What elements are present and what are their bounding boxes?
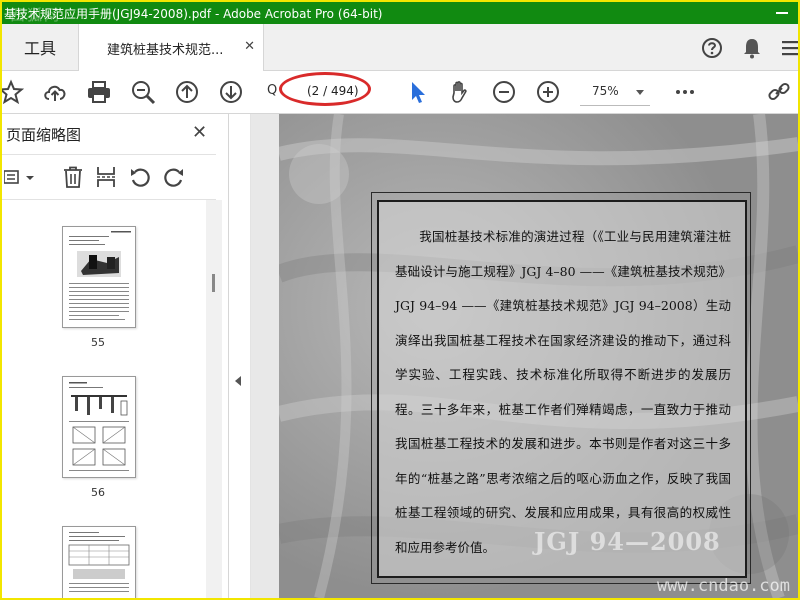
zoom-search-icon[interactable]	[130, 79, 156, 105]
content-frame: 我国桩基技术标准的演进过程（《工业与民用建筑灌注桩基础设计与施工规程》JGJ 4…	[377, 200, 747, 578]
thumbnail-label: 56	[91, 486, 105, 499]
main-toolbar: Q (2 / 494) 75%	[2, 71, 798, 114]
help-icon[interactable]	[700, 36, 724, 60]
share-link-icon[interactable]	[766, 79, 792, 105]
panel-toolbar	[2, 154, 216, 200]
thumbnail-scrollbar[interactable]	[206, 200, 222, 598]
zoom-level-select[interactable]: 75%	[580, 79, 650, 106]
tab-document[interactable]: 建筑桩基技术规范... ✕	[79, 24, 264, 71]
bookmark-star-icon[interactable]	[2, 79, 25, 105]
panel-title: 页面缩略图	[6, 126, 82, 144]
page-input-prefix: Q	[267, 83, 278, 98]
thumbnail-page-55[interactable]	[62, 226, 136, 328]
select-cursor-icon[interactable]	[404, 79, 430, 105]
app-window: 基技术规范应用手册(JGJ94-2008).pdf - Adobe Acroba…	[0, 0, 800, 600]
paragraph-text: 我国桩基技术标准的演进过程（《工业与民用建筑灌注桩基础设计与施工规程》JGJ 4…	[395, 229, 731, 555]
more-options-icon[interactable]	[672, 79, 698, 105]
thumbnail-options-icon[interactable]	[4, 167, 38, 187]
panel-close-icon[interactable]: ✕	[192, 122, 207, 143]
previous-page-icon[interactable]	[174, 79, 200, 105]
pdf-page: 我国桩基技术标准的演进过程（《工业与民用建筑灌注桩基础设计与施工规程》JGJ 4…	[279, 114, 798, 598]
tab-row: 工具 建筑桩基技术规范... ✕	[2, 24, 798, 71]
collapse-arrow-icon	[235, 376, 241, 386]
thumbnail-panel: 页面缩略图 ✕ 55 56	[2, 114, 229, 598]
tab-close-icon[interactable]: ✕	[244, 39, 255, 54]
tab-document-label: 建筑桩基技术规范...	[107, 43, 224, 58]
panel-collapse-handle[interactable]	[230, 114, 251, 598]
rotate-right-icon[interactable]	[162, 165, 186, 189]
highlight-ellipse	[279, 72, 371, 106]
thumbnail-page-57[interactable]	[62, 526, 136, 598]
next-page-icon[interactable]	[218, 79, 244, 105]
site-url-watermark: www.cndao.com	[656, 576, 790, 596]
extract-page-icon[interactable]	[95, 165, 117, 189]
chevron-down-icon	[636, 90, 644, 95]
body-paragraph: 我国桩基技术标准的演进过程（《工业与民用建筑灌注桩基础设计与施工规程》JGJ 4…	[395, 220, 731, 565]
minimize-button[interactable]	[774, 3, 790, 19]
hand-tool-icon[interactable]	[447, 79, 473, 105]
rotate-left-icon[interactable]	[128, 165, 152, 189]
tab-tools[interactable]: 工具	[2, 24, 79, 70]
upload-cloud-icon[interactable]	[42, 79, 68, 105]
document-view[interactable]: 我国桩基技术标准的演进过程（《工业与民用建筑灌注桩基础设计与施工规程》JGJ 4…	[251, 114, 798, 598]
site-watermark: 西狐网	[10, 6, 62, 24]
zoom-level-value: 75%	[592, 84, 619, 98]
zoom-in-icon[interactable]	[535, 79, 561, 105]
delete-page-icon[interactable]	[62, 165, 84, 189]
thumbnail-list: 55 56	[2, 200, 206, 598]
thumbnail-page-56[interactable]	[62, 376, 136, 478]
zoom-out-icon[interactable]	[491, 79, 517, 105]
scrollbar-thumb[interactable]	[212, 274, 215, 292]
standard-stamp: JGJ 94—2008	[534, 527, 721, 556]
print-icon[interactable]	[86, 79, 112, 105]
thumbnail-label: 55	[91, 336, 105, 349]
title-bar: 基技术规范应用手册(JGJ94-2008).pdf - Adobe Acroba…	[2, 2, 798, 24]
notification-bell-icon[interactable]	[740, 36, 764, 60]
menu-icon[interactable]	[782, 38, 798, 58]
